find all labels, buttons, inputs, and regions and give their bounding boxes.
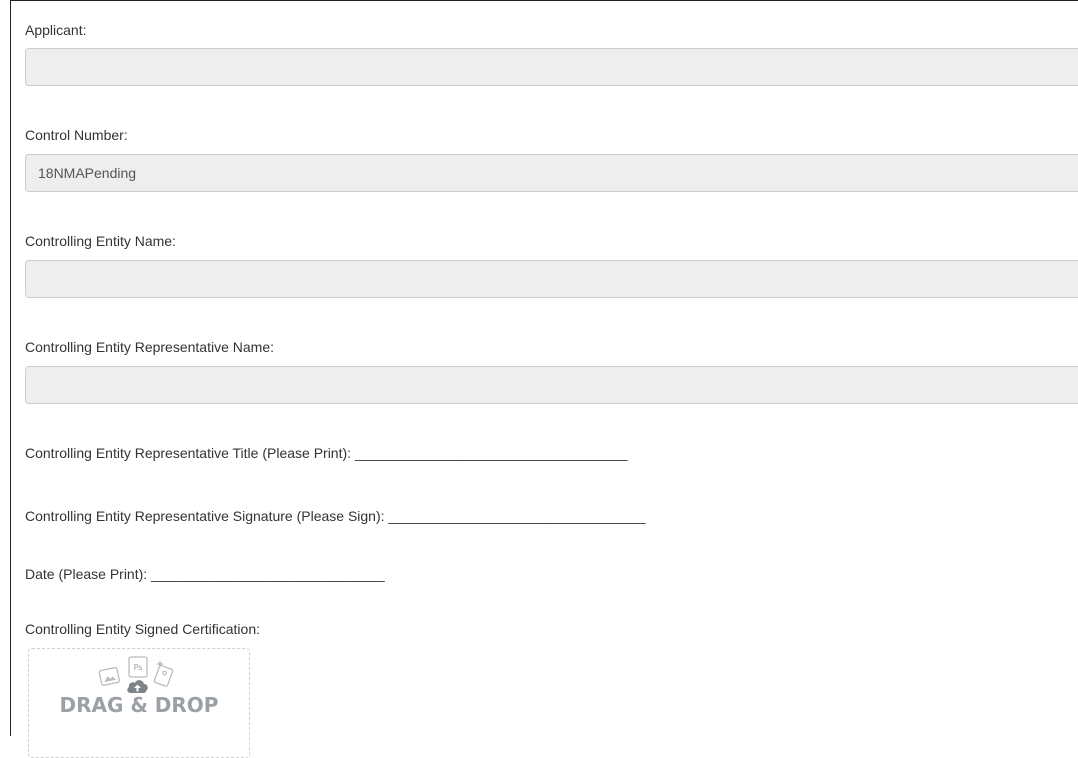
date-line: Date (Please Print): ___________________… <box>25 566 385 582</box>
representative-signature-line: Controlling Entity Representative Signat… <box>25 508 646 524</box>
image-file-icon <box>98 666 121 686</box>
control-number-field[interactable]: 18NMAPending <box>25 154 1078 192</box>
controlling-entity-name-label: Controlling Entity Name: <box>25 233 176 249</box>
svg-text:Ps: Ps <box>134 663 143 672</box>
dropzone-icon-group: Ps <box>29 655 249 695</box>
representative-title-line: Controlling Entity Representative Title … <box>25 445 628 461</box>
signed-certification-label: Controlling Entity Signed Certification: <box>25 621 261 637</box>
cloud-upload-icon <box>127 680 148 693</box>
representative-name-field[interactable] <box>25 366 1078 404</box>
photoshop-file-icon: Ps <box>128 656 148 678</box>
representative-name-label: Controlling Entity Representative Name: <box>25 339 275 355</box>
control-number-label: Control Number: <box>25 127 128 143</box>
file-dropzone[interactable]: Ps DRAG & DROP <box>28 648 250 758</box>
controlling-entity-name-field[interactable] <box>25 260 1078 298</box>
applicant-field[interactable] <box>25 48 1078 86</box>
tag-file-icon <box>153 664 174 687</box>
dropzone-text: DRAG & DROP <box>59 693 219 717</box>
applicant-label: Applicant: <box>25 22 87 38</box>
